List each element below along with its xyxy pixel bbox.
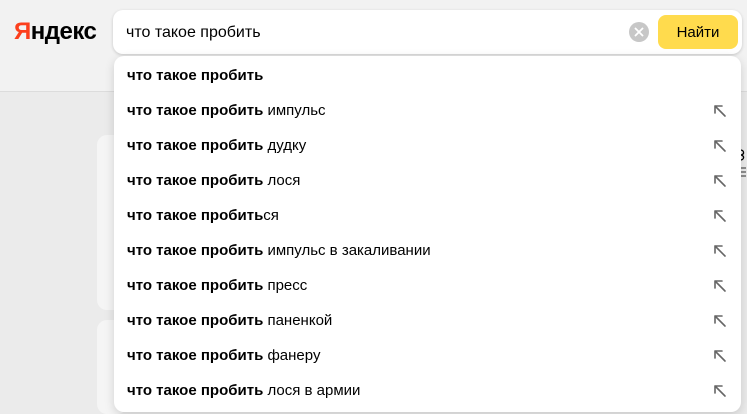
suggestion-item-6[interactable]: что такое пробить пресс xyxy=(114,268,741,303)
suggestion-completion-text: пресс xyxy=(263,277,308,294)
suggestion-bold-text: что такое пробить xyxy=(127,67,264,84)
arrow-up-left-icon[interactable] xyxy=(712,243,728,259)
suggestion-item-2[interactable]: что такое пробить дудку xyxy=(114,128,741,163)
suggestion-completion-text: фанеру xyxy=(263,347,321,364)
arrow-up-left-icon[interactable] xyxy=(712,138,728,154)
clear-icon[interactable] xyxy=(629,22,649,42)
suggestions-dropdown: что такое пробить что такое пробить импул… xyxy=(114,56,741,412)
arrow-up-left-icon[interactable] xyxy=(712,313,728,329)
arrow-up-left-icon[interactable] xyxy=(712,173,728,189)
arrow-up-left-icon[interactable] xyxy=(712,383,728,399)
suggestion-item-7[interactable]: что такое пробить паненкой xyxy=(114,303,741,338)
arrow-up-left-icon[interactable] xyxy=(712,103,728,119)
yandex-logo[interactable]: Яндекс xyxy=(14,18,97,46)
suggestion-completion-text: лося xyxy=(263,172,301,189)
suggestion-bold-text: что такое пробить xyxy=(127,347,264,364)
suggestion-item-3[interactable]: что такое пробить лося xyxy=(114,163,741,198)
search-button[interactable]: Найти xyxy=(658,15,738,49)
search-input[interactable] xyxy=(126,22,626,44)
suggestion-completion-text: импульс xyxy=(263,102,326,119)
arrow-up-left-icon[interactable] xyxy=(712,208,728,224)
arrow-up-left-icon[interactable] xyxy=(712,348,728,364)
suggestion-bold-text: что такое пробить xyxy=(127,137,264,154)
suggestion-item-8[interactable]: что такое пробить фанеру xyxy=(114,338,741,373)
suggestion-completion-text: импульс в закаливании xyxy=(263,242,431,259)
arrow-up-left-icon[interactable] xyxy=(712,278,728,294)
suggestion-bold-text: что такое пробить xyxy=(127,207,264,224)
suggestion-bold-text: что такое пробить xyxy=(127,312,264,329)
suggestion-bold-text: что такое пробить xyxy=(127,172,264,189)
search-box: Найти xyxy=(113,10,742,54)
suggestion-item-0[interactable]: что такое пробить xyxy=(114,58,741,93)
suggestion-bold-text: что такое пробить xyxy=(127,102,264,119)
suggestion-completion-text: дудку xyxy=(263,137,307,154)
suggestion-completion-text: ся xyxy=(263,207,279,224)
suggestion-completion-text: лося в армии xyxy=(263,382,361,399)
suggestion-item-4[interactable]: что такое пробиться xyxy=(114,198,741,233)
suggestion-bold-text: что такое пробить xyxy=(127,382,264,399)
suggestion-completion-text: паненкой xyxy=(263,312,333,329)
suggestion-bold-text: что такое пробить xyxy=(127,242,264,259)
suggestion-item-9[interactable]: что такое пробить лося в армии xyxy=(114,373,741,408)
suggestion-item-5[interactable]: что такое пробить импульс в закаливании xyxy=(114,233,741,268)
suggestion-bold-text: что такое пробить xyxy=(127,277,264,294)
suggestion-item-1[interactable]: что такое пробить импульс xyxy=(114,93,741,128)
